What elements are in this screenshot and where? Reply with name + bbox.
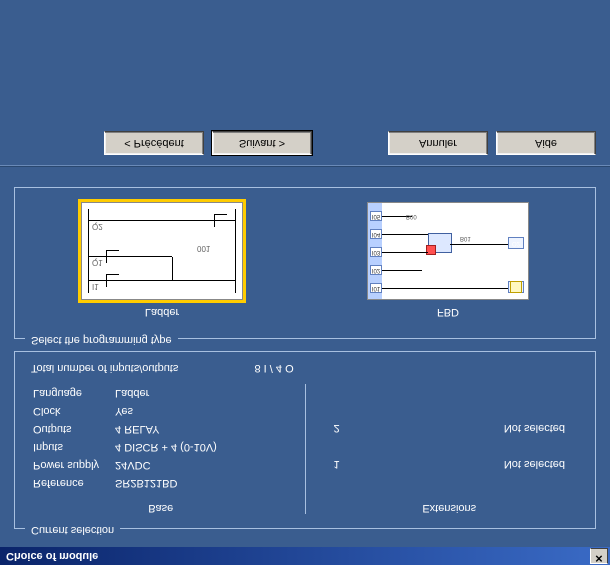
window-title: Choice of module	[2, 550, 588, 562]
outputs-value: 4 RELAY	[107, 420, 225, 438]
inputs-label: Inputs	[25, 438, 107, 456]
close-icon[interactable]: ✕	[590, 548, 608, 564]
base-header: Base	[25, 502, 297, 514]
extension-slot-1-value: Not selected	[504, 458, 565, 470]
base-column: Base ReferenceSR2B121BD Power supply24VD…	[25, 384, 297, 514]
group-programming-type: Select the programming type Ladder I1 Q1	[14, 187, 596, 339]
button-row: < Précédent Suivant > Annuler Aide	[14, 127, 596, 155]
help-button[interactable]: Aide	[496, 131, 596, 155]
reference-label: Reference	[25, 474, 107, 492]
group-programming-type-legend: Select the programming type	[25, 334, 178, 346]
inputs-value: 4 DISCR + 4 (0-10V)	[107, 438, 225, 456]
option-fbd-label: FBD	[437, 306, 459, 318]
clock-value: Yes	[107, 402, 225, 420]
extension-slot-2-value: Not selected	[504, 422, 565, 434]
dialog-client: Current selection Base ReferenceSR2B121B…	[0, 117, 610, 547]
option-ladder-label: Ladder	[145, 306, 179, 318]
cancel-button[interactable]: Annuler	[388, 131, 488, 155]
extensions-header: Extensions	[314, 502, 586, 514]
option-fbd-thumbnail: I01 I02 I03 I04 I05 O1 O	[367, 202, 529, 300]
prev-button[interactable]: < Précédent	[104, 131, 204, 155]
extension-slot-2: 2 Not selected	[314, 418, 586, 438]
totals-value: 8 I / 4 O	[255, 362, 294, 374]
button-separator	[0, 165, 610, 167]
extension-slot-2-index: 2	[334, 422, 340, 434]
reference-value: SR2B121BD	[107, 474, 225, 492]
extension-slot-1: 1 Not selected	[314, 454, 586, 474]
power-value: 24VDC	[107, 456, 225, 474]
extension-slot-1-index: 1	[334, 458, 340, 470]
next-button[interactable]: Suivant >	[212, 131, 312, 155]
titlebar: Choice of module ✕	[0, 547, 610, 565]
group-current-selection-legend: Current selection	[25, 524, 120, 536]
option-ladder-thumbnail: I1 Q1 Q2 001	[81, 202, 243, 300]
clock-label: Clock	[25, 402, 107, 420]
group-current-selection: Current selection Base ReferenceSR2B121B…	[14, 351, 596, 529]
totals-row: Total number of inputs/outputs 8 I / 4 O	[25, 362, 585, 374]
column-divider	[305, 384, 306, 514]
extensions-column: Extensions 1 Not selected 2 Not selected	[314, 384, 586, 514]
power-label: Power supply	[25, 456, 107, 474]
language-value: Ladder	[107, 384, 225, 402]
option-fbd[interactable]: FBD I01 I02 I03 I04 I05	[367, 202, 529, 318]
language-label: Language	[25, 384, 107, 402]
option-ladder[interactable]: Ladder I1 Q1 Q2 001	[81, 202, 243, 318]
totals-label: Total number of inputs/outputs	[31, 362, 178, 374]
outputs-label: Outputs	[25, 420, 107, 438]
